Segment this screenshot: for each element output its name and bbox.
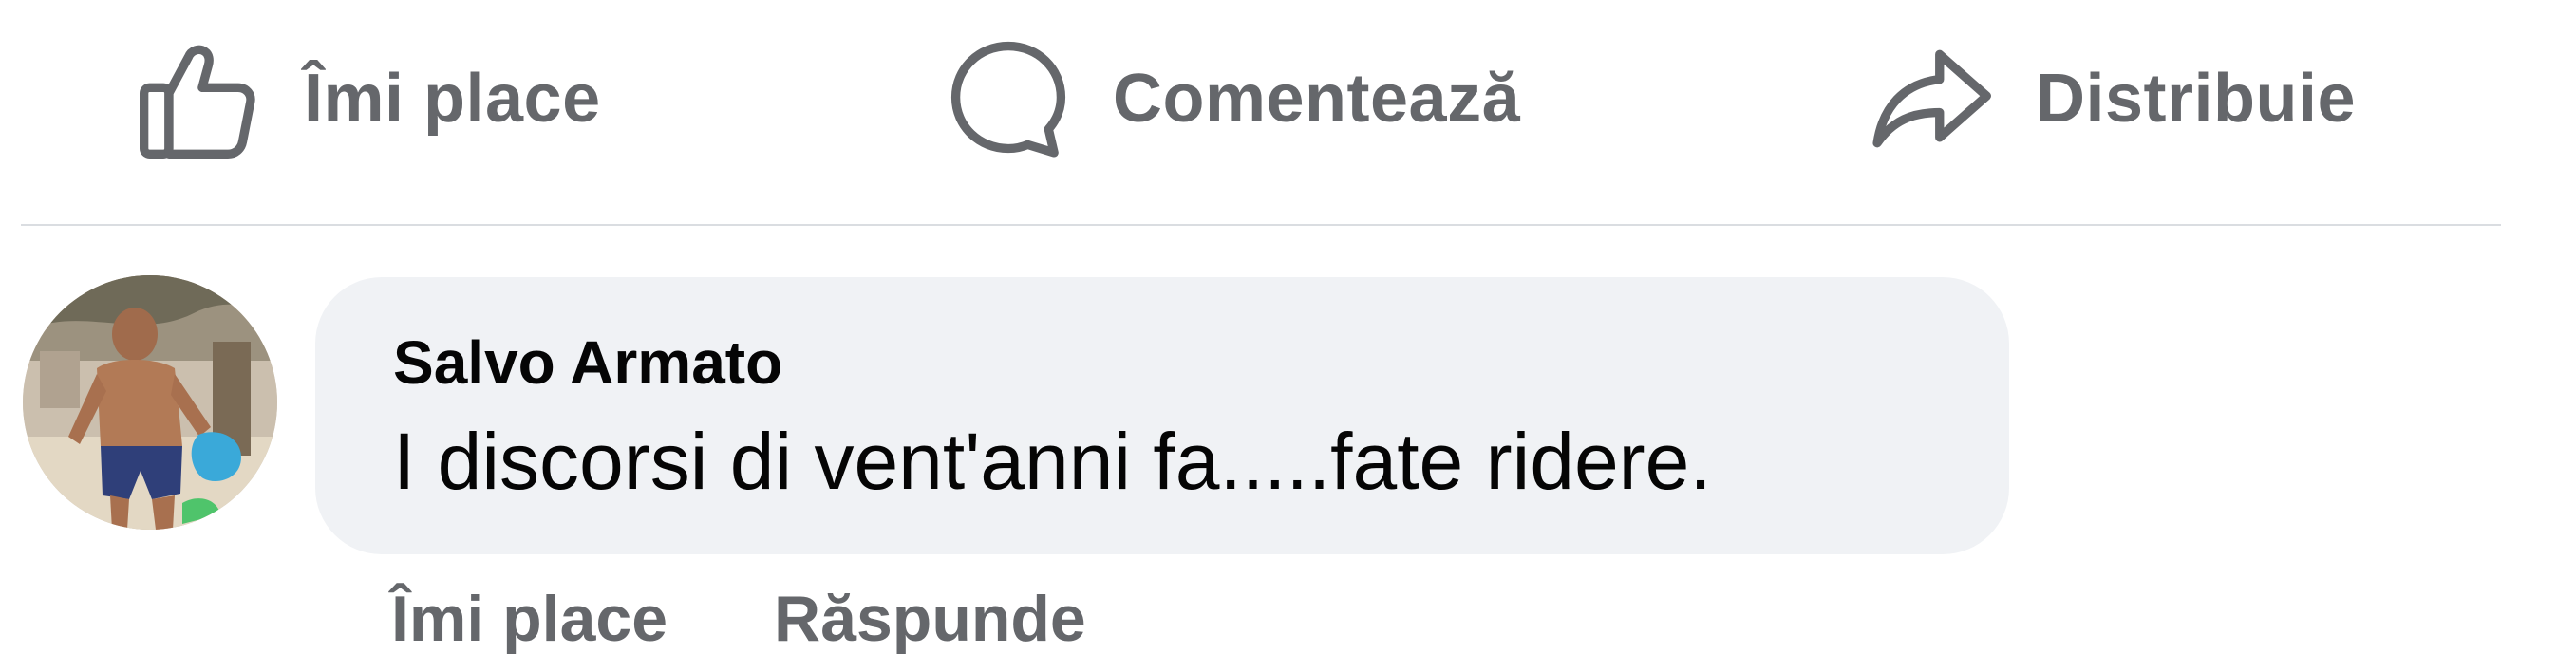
- like-button[interactable]: Îmi place: [133, 32, 601, 165]
- comment-label: Comentează: [1113, 61, 1521, 137]
- comment-bubble: Salvo Armato I discorsi di vent'anni fa.…: [315, 277, 2009, 554]
- comment-button[interactable]: Comentează: [942, 32, 1520, 165]
- divider: [21, 224, 2501, 226]
- comment-author[interactable]: Salvo Armato: [393, 332, 2009, 393]
- post-action-bar: Îmi place Comentează Distribuie: [0, 0, 2576, 224]
- comment-like-link[interactable]: Îmi place: [391, 587, 668, 651]
- like-label: Îmi place: [304, 61, 601, 137]
- share-button[interactable]: Distribuie: [1865, 32, 2356, 165]
- comment-reply-link[interactable]: Răspunde: [774, 587, 1086, 651]
- comment-actions: Îmi place Răspunde: [391, 587, 1086, 672]
- avatar[interactable]: [23, 275, 277, 530]
- comment-bubble-icon: [942, 32, 1075, 165]
- share-label: Distribuie: [2036, 61, 2357, 137]
- share-arrow-icon: [1865, 32, 1998, 165]
- comment-text: I discorsi di vent'anni fa.....fate ride…: [393, 417, 1712, 506]
- avatar-photo: [23, 275, 277, 530]
- thumbs-up-icon: [133, 32, 266, 165]
